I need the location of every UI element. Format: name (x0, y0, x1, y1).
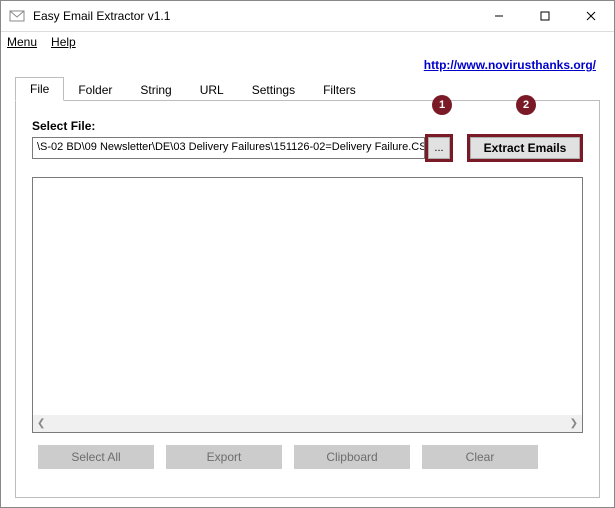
minimize-button[interactable] (476, 1, 522, 31)
window-title: Easy Email Extractor v1.1 (33, 9, 476, 23)
tab-settings[interactable]: Settings (238, 79, 309, 101)
browse-button[interactable]: ... (428, 137, 450, 159)
tab-panel-file: 1 2 Select File: \S-02 BD\09 Newsletter\… (15, 100, 600, 498)
export-button[interactable]: Export (166, 445, 282, 469)
select-all-button[interactable]: Select All (38, 445, 154, 469)
extract-emails-button[interactable]: Extract Emails (470, 137, 580, 159)
annotation-highlight-2: Extract Emails (467, 134, 583, 162)
scroll-left-icon[interactable]: ❮ (37, 418, 45, 429)
website-link[interactable]: http://www.novirusthanks.org/ (424, 58, 596, 72)
tab-folder[interactable]: Folder (64, 79, 126, 101)
tab-filters[interactable]: Filters (309, 79, 370, 101)
link-row: http://www.novirusthanks.org/ (1, 52, 614, 76)
file-row: \S-02 BD\09 Newsletter\DE\03 Delivery Fa… (32, 137, 583, 163)
select-file-label: Select File: (32, 119, 583, 133)
menu-help[interactable]: Help (51, 35, 76, 49)
clipboard-button[interactable]: Clipboard (294, 445, 410, 469)
tab-url[interactable]: URL (186, 79, 238, 101)
horizontal-scrollbar[interactable]: ❮ ❯ (33, 415, 582, 432)
window-controls (476, 1, 614, 31)
file-path-input[interactable]: \S-02 BD\09 Newsletter\DE\03 Delivery Fa… (32, 137, 425, 159)
results-listbox[interactable]: ❮ ❯ (32, 177, 583, 433)
annotation-highlight-1: ... (425, 134, 453, 162)
scroll-right-icon[interactable]: ❯ (570, 418, 578, 429)
title-bar: Easy Email Extractor v1.1 (1, 1, 614, 32)
annotation-badge-2: 2 (516, 95, 536, 115)
maximize-button[interactable] (522, 1, 568, 31)
close-button[interactable] (568, 1, 614, 31)
app-envelope-icon (9, 8, 25, 24)
clear-button[interactable]: Clear (422, 445, 538, 469)
menu-bar: Menu Help (1, 32, 614, 52)
tab-string[interactable]: String (126, 79, 185, 101)
tab-file[interactable]: File (15, 77, 64, 101)
menu-menu[interactable]: Menu (7, 35, 37, 49)
annotation-badge-1: 1 (432, 95, 452, 115)
button-row: Select All Export Clipboard Clear (32, 445, 583, 469)
